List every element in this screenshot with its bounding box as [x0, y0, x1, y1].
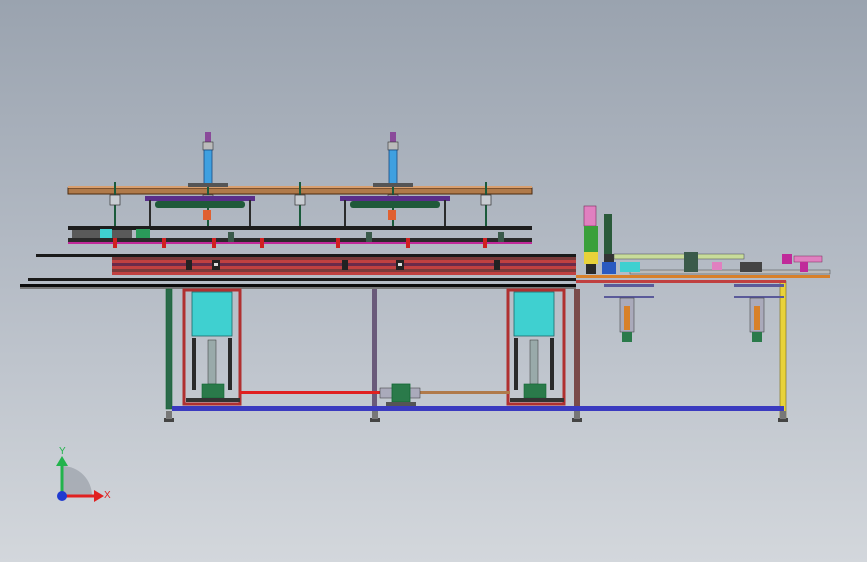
upper-gantry	[67, 182, 533, 226]
main-frame	[164, 280, 788, 422]
lift-module-left	[182, 288, 242, 406]
middle-rail	[68, 226, 532, 248]
cad-viewport[interactable]: Y X	[0, 0, 867, 562]
triad-x-arrow	[94, 490, 104, 502]
hanging-gripper-left	[604, 284, 654, 342]
triad-y-label: Y	[59, 446, 66, 457]
triad-x-label: X	[104, 490, 111, 501]
right-station	[576, 205, 831, 283]
machine-drawing: Y X	[20, 132, 831, 502]
coordinate-triad: Y X	[56, 446, 111, 502]
triad-z-origin	[57, 491, 67, 501]
lift-module-right	[506, 288, 566, 406]
conveyor-body	[20, 254, 576, 289]
top-cylinder-right	[373, 132, 413, 187]
hanging-gripper-right	[734, 284, 784, 342]
top-cylinder-left	[188, 132, 228, 187]
triad-y-arrow	[56, 456, 68, 466]
